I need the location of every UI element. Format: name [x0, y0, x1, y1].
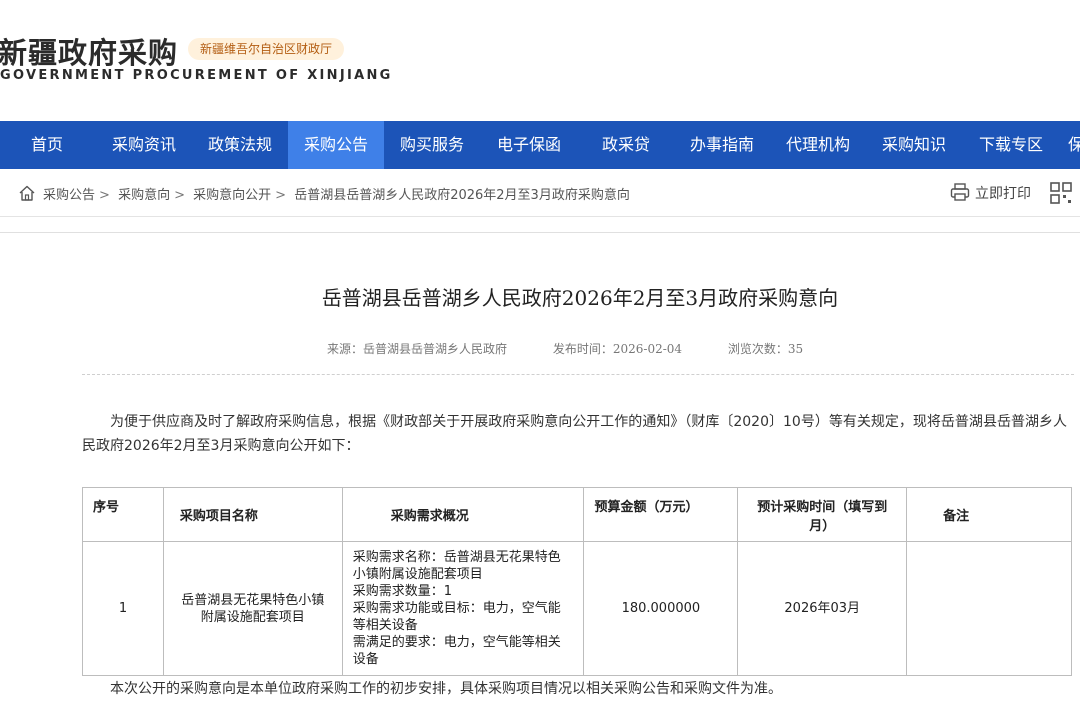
- column-header: 预计采购时间（填写到月）: [737, 487, 908, 542]
- divider: [0, 232, 1080, 233]
- article-view-count: 浏览次数：35: [727, 342, 804, 356]
- nav-item-knowledge[interactable]: 采购知识: [866, 121, 962, 169]
- nav-item-downloads[interactable]: 下载专区: [962, 121, 1060, 169]
- nav-item-policy[interactable]: 政策法规: [192, 121, 288, 169]
- cell-index: 1: [82, 541, 164, 676]
- column-header: 采购项目名称: [162, 487, 343, 542]
- breadcrumb: 采购公告 > 采购意向 > 采购意向公开 > 岳普湖县岳普湖乡人民政府2026年2月至…: [43, 184, 630, 203]
- printer-icon: [950, 183, 970, 201]
- requirement-line: 采购需求数量：1: [352, 584, 452, 599]
- print-button[interactable]: 立即打印: [950, 182, 1031, 204]
- requirement-line: 采购需求名称：岳普湖县无花果特色小镇附属设施配套项目: [352, 550, 561, 582]
- nav-item-news[interactable]: 采购资讯: [96, 121, 192, 169]
- breadcrumb-separator: >: [275, 188, 287, 203]
- procurement-table: 序号 采购项目名称 采购需求概况 预算金额（万元） 预计采购时间（填写到月） 备…: [82, 487, 1072, 676]
- nav-item-more[interactable]: 保: [1060, 121, 1080, 169]
- cell-remark: [906, 541, 1072, 676]
- site-header: 新疆政府采购 新疆维吾尔自治区财政厅 GOVERNMENT PROCUREMEN…: [0, 0, 1080, 120]
- nav-item-guide[interactable]: 办事指南: [674, 121, 770, 169]
- nav-item-e-guarantee[interactable]: 电子保函: [480, 121, 578, 169]
- cell-budget: 180.000000: [583, 541, 739, 676]
- cell-project-name: 岳普湖县无花果特色小镇附属设施配套项目: [162, 541, 343, 676]
- site-logo-subtitle: GOVERNMENT PROCUREMENT OF XINJIANG: [0, 68, 393, 83]
- article-meta: 来源：岳普湖县岳普湖乡人民政府 发布时间：2026-02-04 浏览次数：35: [327, 340, 803, 357]
- article-note: 本次公开的采购意向是本单位政府采购工作的初步安排，具体采购项目情况以相关采购公告…: [110, 681, 782, 697]
- column-header: 采购需求概况: [341, 487, 585, 542]
- column-header: 备注: [906, 487, 1072, 542]
- nav-item-purchase-service[interactable]: 购买服务: [384, 121, 480, 169]
- cell-requirements: 采购需求名称：岳普湖县无花果特色小镇附属设施配套项目 采购需求数量：1 采购需求…: [341, 541, 585, 676]
- cell-planned-time: 2026年03月: [737, 541, 908, 676]
- nav-item-home[interactable]: 首页: [0, 121, 94, 169]
- breadcrumb-link-intent[interactable]: 采购意向: [118, 188, 170, 203]
- nav-item-loan[interactable]: 政采贷: [578, 121, 674, 169]
- breadcrumb-separator: >: [174, 188, 185, 203]
- site-logo-title[interactable]: 新疆政府采购: [0, 30, 178, 72]
- breadcrumb-bar: 采购公告 > 采购意向 > 采购意向公开 > 岳普湖县岳普湖乡人民政府2026年2月至…: [0, 170, 1080, 217]
- breadcrumb-current: 岳普湖县岳普湖乡人民政府2026年2月至3月政府采购意向: [294, 188, 630, 203]
- table-header-row: 序号 采购项目名称 采购需求概况 预算金额（万元） 预计采购时间（填写到月） 备…: [82, 487, 1072, 542]
- breadcrumb-link-announcements[interactable]: 采购公告: [43, 188, 95, 203]
- home-icon[interactable]: [18, 184, 36, 202]
- breadcrumb-separator: >: [99, 188, 110, 203]
- article-publish-time: 发布时间：2026-02-04: [552, 342, 683, 356]
- qr-code-icon[interactable]: [1050, 182, 1072, 204]
- column-header: 序号: [82, 487, 164, 542]
- nav-item-announcements[interactable]: 采购公告: [288, 121, 384, 169]
- requirement-line: 采购需求功能或目标：电力，空气能等相关设备: [352, 601, 561, 633]
- requirement-line: 需满足的要求：电力，空气能等相关设备: [352, 635, 561, 667]
- article-title: 岳普湖县岳普湖乡人民政府2026年2月至3月政府采购意向: [321, 286, 839, 310]
- article-intro: 为便于供应商及时了解政府采购信息，根据《财政部关于开展政府采购意向公开工作的通知…: [82, 414, 1067, 454]
- print-button-label: 立即打印: [975, 186, 1031, 202]
- nav-item-agencies[interactable]: 代理机构: [770, 121, 866, 169]
- article-source: 来源：岳普湖县岳普湖乡人民政府: [327, 342, 508, 356]
- divider: [82, 374, 1074, 375]
- department-badge: 新疆维吾尔自治区财政厅: [188, 38, 345, 60]
- column-header: 预算金额（万元）: [583, 487, 739, 542]
- main-nav: 首页 采购资讯 政策法规 采购公告 购买服务 电子保函 政采贷 办事指南 代理机…: [0, 121, 1080, 169]
- table-row: 1 岳普湖县无花果特色小镇附属设施配套项目 采购需求名称：岳普湖县无花果特色小镇…: [82, 541, 1072, 676]
- breadcrumb-link-intent-public[interactable]: 采购意向公开: [193, 188, 271, 203]
